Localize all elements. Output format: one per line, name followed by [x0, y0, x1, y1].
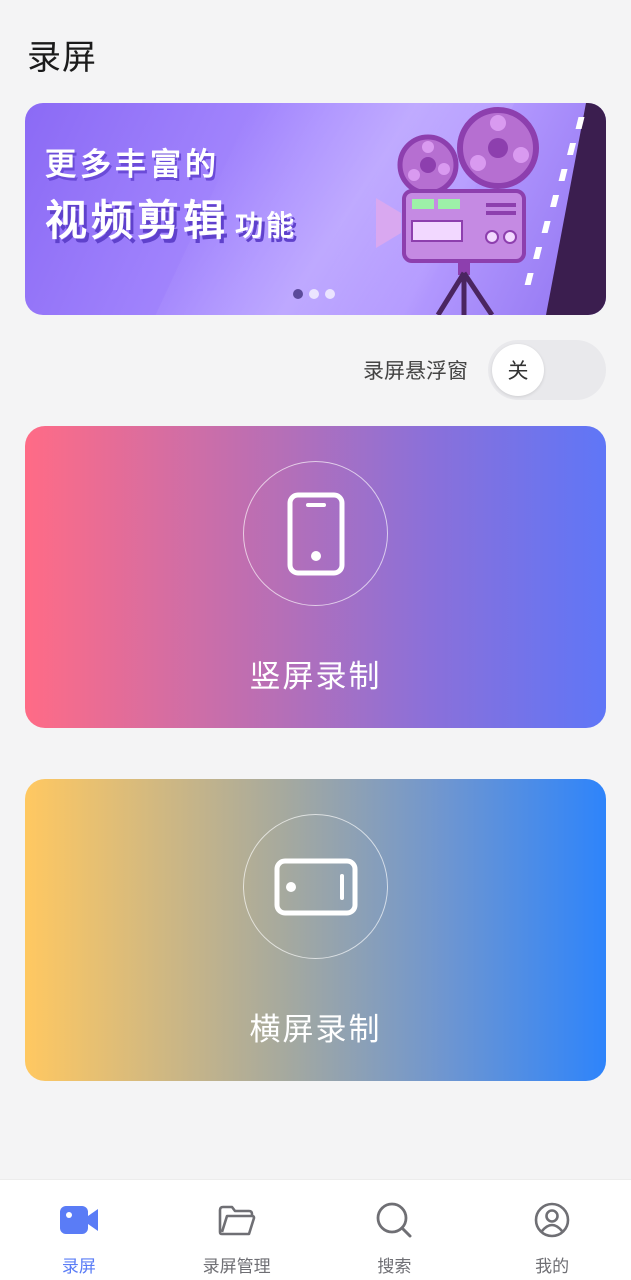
search-icon — [374, 1200, 414, 1240]
nav-item-mine[interactable]: 我的 — [492, 1180, 612, 1280]
portrait-record-button[interactable]: 竖屏录制 — [25, 426, 606, 728]
banner-headline-main: 视频剪辑 功能 — [45, 187, 297, 248]
landscape-record-button[interactable]: 横屏录制 — [25, 779, 606, 1081]
banner-headline-suffix: 功能 — [235, 209, 298, 242]
landscape-record-label: 横屏录制 — [249, 1012, 382, 1048]
folder-icon — [217, 1200, 257, 1240]
float-window-toggle[interactable]: 关 — [488, 340, 606, 400]
nav-label: 录屏管理 — [202, 1257, 271, 1277]
screen: 录屏 更多丰富的 视频剪辑 功能 录屏悬浮窗 关 竖屏录制 横屏录制 录屏 录屏… — [0, 0, 631, 1280]
nav-item-record-manage[interactable]: 录屏管理 — [177, 1180, 297, 1280]
nav-label: 我的 — [535, 1257, 570, 1277]
nav-item-search[interactable]: 搜索 — [334, 1180, 454, 1280]
phone-landscape-icon — [274, 858, 357, 915]
page-title: 录屏 — [27, 38, 97, 78]
portrait-record-label: 竖屏录制 — [249, 659, 382, 695]
promo-banner[interactable]: 更多丰富的 视频剪辑 功能 — [25, 103, 606, 315]
landscape-icon-circle — [243, 814, 388, 959]
nav-label: 搜索 — [377, 1257, 412, 1277]
banner-headline-top: 更多丰富的 — [45, 147, 220, 183]
float-window-row: 录屏悬浮窗 关 — [363, 340, 606, 400]
banner-headline-emphasis: 视频剪辑 — [45, 196, 230, 245]
portrait-icon-circle — [243, 461, 388, 606]
banner-dot[interactable] — [325, 289, 335, 299]
banner-dot[interactable] — [309, 289, 319, 299]
banner-pagination — [293, 289, 335, 299]
film-strip-icon — [524, 103, 606, 315]
video-camera-icon — [59, 1200, 99, 1240]
bottom-nav: 录屏 录屏管理 搜索 我的 — [0, 1179, 631, 1280]
banner-dot[interactable] — [293, 289, 303, 299]
toggle-knob: 关 — [492, 344, 544, 396]
user-icon — [532, 1200, 572, 1240]
float-window-label: 录屏悬浮窗 — [363, 359, 468, 383]
film-projector-illustration — [376, 103, 606, 315]
phone-portrait-icon — [287, 492, 344, 575]
nav-label: 录屏 — [61, 1257, 96, 1277]
nav-item-record[interactable]: 录屏 — [19, 1180, 139, 1280]
